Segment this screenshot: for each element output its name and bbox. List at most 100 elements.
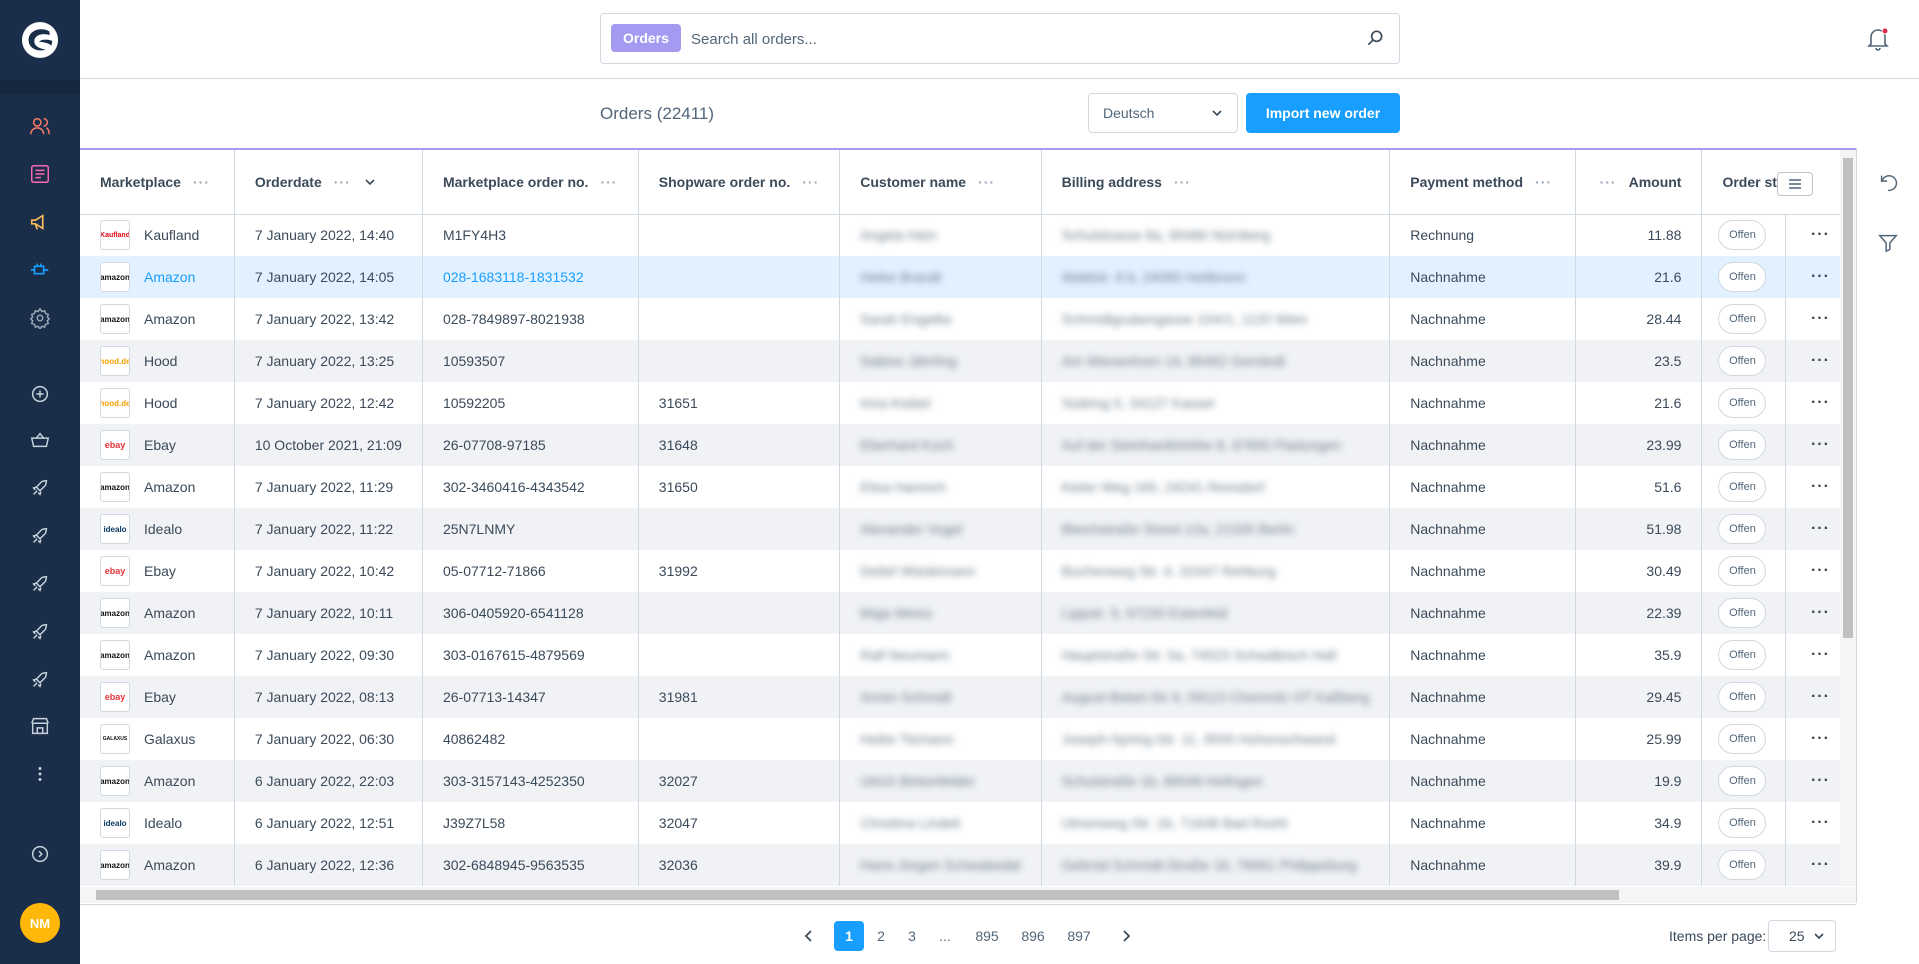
search-icon[interactable] [1365, 28, 1385, 48]
status-badge: Offen [1718, 430, 1767, 460]
rocket-icon[interactable] [0, 466, 80, 510]
marketing-icon[interactable] [0, 200, 80, 244]
column-header-amount[interactable]: ··· Amount [1575, 150, 1703, 215]
cell-marketplace-order-no: 40862482 [422, 718, 639, 760]
cell-orderdate: 7 January 2022, 11:22 [234, 508, 423, 550]
scrollbar-thumb[interactable] [96, 890, 1619, 900]
table-row[interactable]: Kaufland Kaufland 7 January 2022, 14:40 … [80, 214, 1856, 256]
store-basket-icon[interactable] [0, 418, 80, 462]
search-type-tag[interactable]: Orders [611, 24, 681, 52]
cell-amount: 35.9 [1575, 634, 1703, 676]
column-menu-icon: ··· [1599, 173, 1617, 190]
items-per-page-value: 25 [1789, 928, 1805, 944]
cell-order-state: Offen [1701, 718, 1786, 760]
storefront-icon[interactable] [0, 704, 80, 748]
cell-marketplace-order-no: 306-0405920-6541128 [422, 592, 639, 634]
scrollbar-thumb[interactable] [1843, 158, 1853, 638]
column-header-marketplace-order-no[interactable]: Marketplace order no. ··· [422, 150, 639, 215]
page-button[interactable]: 895 [972, 921, 1002, 951]
table-row[interactable]: idealo Idealo 7 January 2022, 11:22 25N7… [80, 508, 1856, 550]
page-button[interactable]: 1 [834, 921, 864, 951]
page-button[interactable]: 897 [1064, 921, 1094, 951]
refresh-icon[interactable] [1877, 172, 1899, 194]
rocket-icon[interactable] [0, 658, 80, 702]
cell-marketplace: hood.de Hood [80, 340, 235, 382]
marketplace-logo: GALAXUS [100, 724, 130, 754]
previous-page-icon[interactable] [801, 928, 817, 944]
table-row[interactable]: ebay Ebay 10 October 2021, 21:09 26-0770… [80, 424, 1856, 466]
add-circle-icon[interactable] [0, 372, 80, 416]
table-row[interactable]: idealo Idealo 6 January 2022, 12:51 J39Z… [80, 802, 1856, 844]
settings-icon[interactable] [0, 296, 80, 340]
column-header-customer-name[interactable]: Customer name ··· [839, 150, 1042, 215]
column-header-marketplace[interactable]: Marketplace ··· [80, 150, 235, 215]
orders-table: Marketplace ··· Orderdate ··· Marketplace … [80, 150, 1856, 886]
marketplace-name[interactable]: Amazon [144, 269, 195, 285]
page-button[interactable]: 3 [897, 921, 927, 951]
status-badge: Offen [1718, 598, 1767, 628]
next-page-icon[interactable] [1118, 928, 1134, 944]
column-settings-button[interactable] [1777, 172, 1813, 196]
content-icon[interactable] [0, 152, 80, 196]
cell-payment-method: Nachnahme [1389, 676, 1576, 718]
column-header-orderdate[interactable]: Orderdate ··· [234, 150, 423, 215]
cell-marketplace-order-no[interactable]: 028-1683118-1831532 [422, 256, 639, 298]
marketplace-name: Ebay [144, 437, 176, 453]
table-row[interactable]: GALAXUS Galaxus 7 January 2022, 06:30 40… [80, 718, 1856, 760]
global-search[interactable]: Orders [600, 13, 1400, 64]
page-button[interactable]: 896 [1018, 921, 1048, 951]
more-vertical-icon[interactable] [0, 752, 80, 796]
page-ellipsis: ... [939, 928, 951, 944]
table-row[interactable]: ebay Ebay 7 January 2022, 10:42 05-07712… [80, 550, 1856, 592]
marketplace-logo: hood.de [100, 346, 130, 376]
items-per-page-select[interactable]: 25 [1768, 920, 1836, 952]
cell-payment-method: Nachnahme [1389, 634, 1576, 676]
column-header-billing-address[interactable]: Billing address ··· [1041, 150, 1391, 215]
table-row[interactable]: amazon Amazon 7 January 2022, 10:11 306-… [80, 592, 1856, 634]
shopware-logo[interactable] [0, 0, 80, 80]
list-icon [1789, 179, 1801, 189]
filter-icon[interactable] [1877, 232, 1899, 254]
import-order-button[interactable]: Import new order [1246, 93, 1400, 133]
table-row[interactable]: hood.de Hood 7 January 2022, 12:42 10592… [80, 382, 1856, 424]
rocket-icon[interactable] [0, 514, 80, 558]
language-select[interactable]: Deutsch [1088, 93, 1238, 133]
column-menu-icon: ··· [1173, 173, 1191, 190]
marketplace-logo: hood.de [100, 388, 130, 418]
table-row[interactable]: amazon Amazon 7 January 2022, 11:29 302-… [80, 466, 1856, 508]
table-row[interactable]: amazon Amazon 6 January 2022, 22:03 303-… [80, 760, 1856, 802]
cell-marketplace: ebay Ebay [80, 424, 235, 466]
table-row[interactable]: hood.de Hood 7 January 2022, 13:25 10593… [80, 340, 1856, 382]
cell-marketplace: idealo Idealo [80, 802, 235, 844]
marketplace-logo: amazon [100, 640, 130, 670]
avatar[interactable]: NM [20, 903, 60, 943]
cell-shopware-order-no: 32027 [638, 760, 841, 802]
column-header-payment-method[interactable]: Payment method ··· [1389, 150, 1576, 215]
collapse-sidebar-icon[interactable] [0, 832, 80, 876]
page-button[interactable]: 2 [866, 921, 896, 951]
horizontal-scrollbar[interactable] [80, 887, 1856, 903]
table-row[interactable]: amazon Amazon 7 January 2022, 09:30 303-… [80, 634, 1856, 676]
cell-marketplace: amazon Amazon [80, 844, 235, 886]
customers-icon[interactable] [0, 104, 80, 148]
search-input[interactable] [691, 22, 1331, 56]
column-menu-icon: ··· [600, 173, 618, 190]
cell-marketplace: idealo Idealo [80, 508, 235, 550]
rocket-icon[interactable] [0, 610, 80, 654]
column-header-shopware-order-no[interactable]: Shopware order no. ··· [638, 150, 841, 215]
table-row[interactable]: amazon Amazon 7 January 2022, 13:42 028-… [80, 298, 1856, 340]
table-row[interactable]: ebay Ebay 7 January 2022, 08:13 26-07713… [80, 676, 1856, 718]
table-row[interactable]: amazon Amazon 6 January 2022, 12:36 302-… [80, 844, 1856, 886]
cell-shopware-order-no: 31992 [638, 550, 841, 592]
cell-orderdate: 7 January 2022, 06:30 [234, 718, 423, 760]
rocket-icon[interactable] [0, 562, 80, 606]
table-row[interactable]: amazon Amazon 7 January 2022, 14:05 028-… [80, 256, 1856, 298]
extensions-icon[interactable] [0, 248, 80, 292]
sort-desc-icon[interactable] [365, 177, 375, 187]
cell-order-state: Offen [1701, 424, 1786, 466]
marketplace-logo: ebay [100, 430, 130, 460]
vertical-scrollbar[interactable] [1840, 150, 1856, 885]
notification-bell-icon[interactable] [1865, 26, 1891, 52]
cell-orderdate: 10 October 2021, 21:09 [234, 424, 423, 466]
cell-order-state: Offen [1701, 508, 1786, 550]
